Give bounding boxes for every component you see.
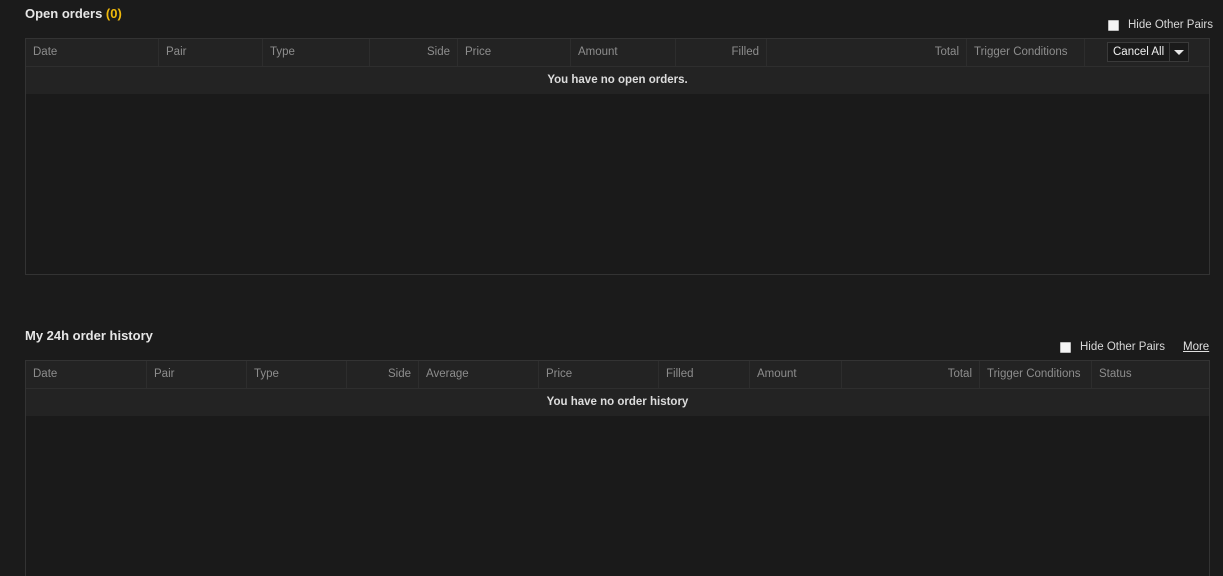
hide-other-pairs-checkbox-open[interactable] <box>1108 19 1119 31</box>
col-side[interactable]: Side <box>347 361 419 388</box>
col-status[interactable]: Status <box>1092 361 1208 388</box>
col-price[interactable]: Price <box>539 361 659 388</box>
col-trigger-conditions[interactable]: Trigger Conditions <box>967 39 1085 66</box>
orders-panel: Open orders (0) Hide Other Pairs Date Pa… <box>0 0 1223 576</box>
open-orders-empty-message: You have no open orders. <box>26 67 1209 94</box>
open-orders-count: (0) <box>105 6 122 21</box>
hide-other-pairs-label-open: Hide Other Pairs <box>1128 19 1214 31</box>
col-amount[interactable]: Amount <box>750 361 842 388</box>
more-link[interactable]: More <box>1183 341 1209 353</box>
open-orders-header: Date Pair Type Side Price Amount Filled … <box>26 39 1209 67</box>
col-type[interactable]: Type <box>263 39 370 66</box>
col-filled[interactable]: Filled <box>659 361 750 388</box>
order-history-empty-message: You have no order history <box>26 389 1209 416</box>
col-total[interactable]: Total <box>842 361 980 388</box>
order-history-title: My 24h order history <box>25 328 153 343</box>
cancel-all-group: Cancel All <box>1107 42 1190 62</box>
col-amount[interactable]: Amount <box>571 39 676 66</box>
order-history-table: Date Pair Type Side Average Price Filled… <box>25 360 1210 576</box>
open-orders-table: Date Pair Type Side Price Amount Filled … <box>25 38 1210 275</box>
col-price[interactable]: Price <box>458 39 571 66</box>
cancel-all-dropdown[interactable] <box>1170 42 1190 62</box>
col-date[interactable]: Date <box>26 361 147 388</box>
order-history-header: Date Pair Type Side Average Price Filled… <box>26 361 1209 389</box>
col-pair[interactable]: Pair <box>159 39 263 66</box>
col-trigger-conditions[interactable]: Trigger Conditions <box>980 361 1092 388</box>
col-total[interactable]: Total <box>767 39 967 66</box>
hide-other-pairs-toggle-history[interactable]: Hide Other Pairs <box>1060 341 1165 353</box>
col-date[interactable]: Date <box>26 39 159 66</box>
cancel-all-button[interactable]: Cancel All <box>1107 42 1171 62</box>
hide-other-pairs-toggle-open[interactable]: Hide Other Pairs <box>1108 19 1213 31</box>
hide-other-pairs-checkbox-history[interactable] <box>1060 341 1071 353</box>
col-filled[interactable]: Filled <box>676 39 767 66</box>
col-side[interactable]: Side <box>370 39 458 66</box>
col-type[interactable]: Type <box>247 361 347 388</box>
hide-other-pairs-label-history: Hide Other Pairs <box>1080 341 1166 353</box>
col-pair[interactable]: Pair <box>147 361 247 388</box>
col-average[interactable]: Average <box>419 361 539 388</box>
open-orders-title: Open orders (0) <box>25 6 122 21</box>
caret-down-icon <box>1174 49 1185 55</box>
open-orders-title-text: Open orders <box>25 6 103 21</box>
